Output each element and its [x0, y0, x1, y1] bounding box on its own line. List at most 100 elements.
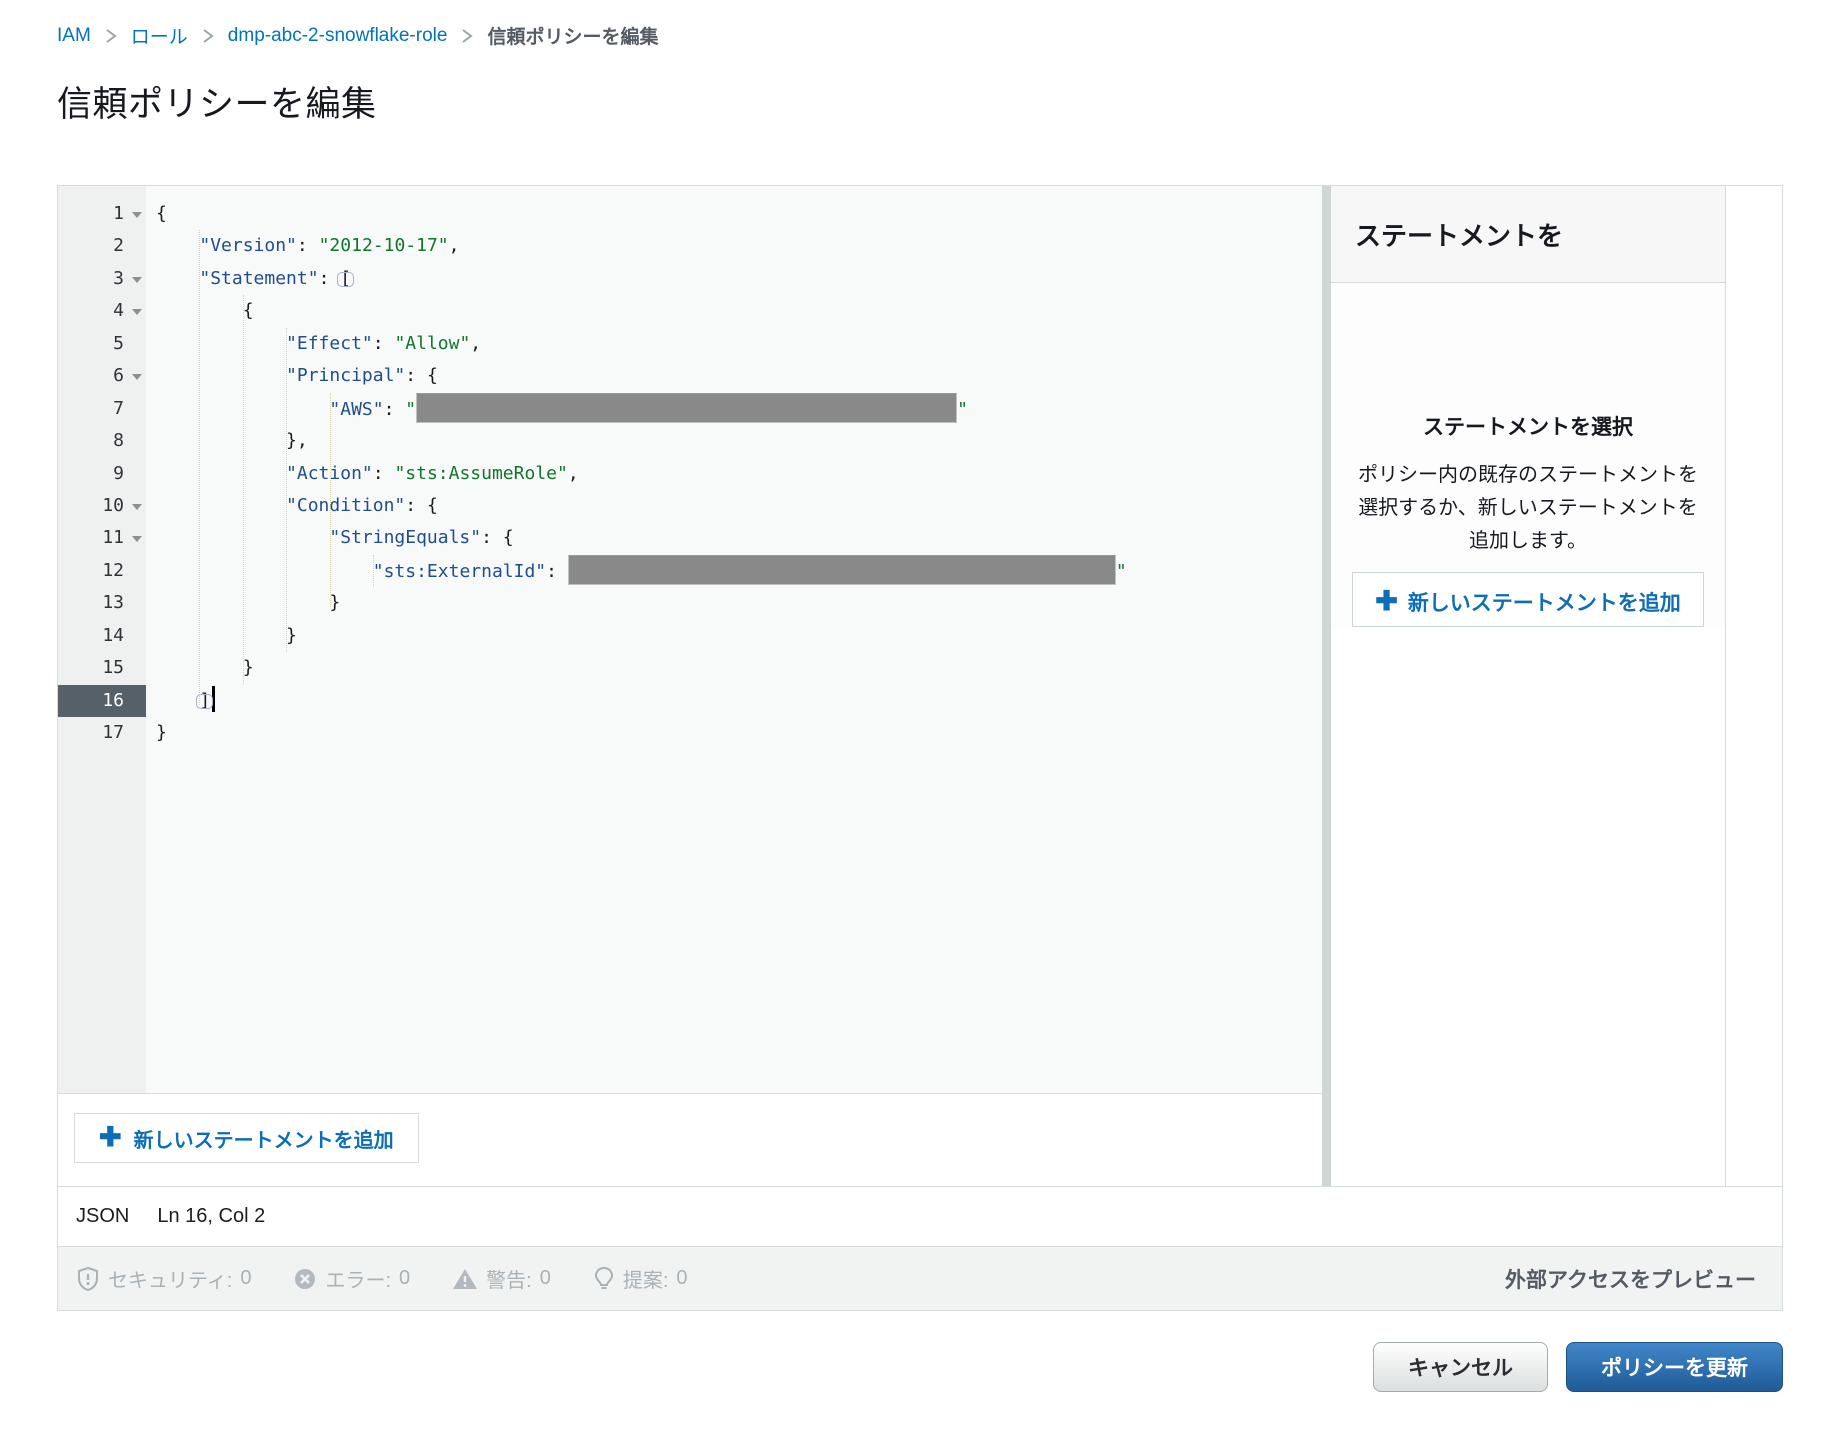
- code-line-text[interactable]: "AWS": " ": [146, 393, 968, 425]
- fold-toggle-icon[interactable]: [132, 536, 142, 542]
- code-line-text[interactable]: "Principal": {: [146, 360, 438, 392]
- code-token: ": [405, 399, 416, 420]
- statement-side-panel: ステートメントを ステートメントを選択 ポリシー内の既存のステートメントを選択す…: [1331, 186, 1726, 1186]
- line-number[interactable]: 8: [58, 425, 146, 457]
- error-circle-icon: [293, 1267, 317, 1291]
- code-line-text[interactable]: {: [146, 198, 167, 230]
- line-number[interactable]: 7: [58, 393, 146, 425]
- code-token: :: [384, 399, 406, 420]
- line-number[interactable]: 5: [58, 328, 146, 360]
- code-line[interactable]: 16 ]: [58, 685, 1322, 717]
- code-token: [156, 463, 286, 484]
- line-number[interactable]: 10: [58, 490, 146, 522]
- code-line-text[interactable]: }: [146, 587, 340, 619]
- add-statement-strip: ✚ 新しいステートメントを追加: [58, 1094, 1322, 1186]
- code-line-text[interactable]: }: [146, 652, 254, 684]
- code-line[interactable]: 14 }: [58, 620, 1322, 652]
- code-line-text[interactable]: }: [146, 717, 167, 749]
- panel-divider[interactable]: [1322, 186, 1331, 1186]
- code-line-text[interactable]: ]: [146, 685, 215, 717]
- code-token: "Condition": [286, 495, 405, 516]
- code-line[interactable]: 11 "StringEquals": {: [58, 522, 1322, 554]
- line-number[interactable]: 12: [58, 555, 146, 587]
- code-line[interactable]: 12 "sts:ExternalId": ": [58, 555, 1322, 587]
- code-line[interactable]: 7 "AWS": " ": [58, 393, 1322, 425]
- plus-icon: ✚: [99, 1124, 122, 1151]
- code-token: "2012-10-17": [319, 235, 449, 256]
- preview-external-access-link[interactable]: 外部アクセスをプレビュー: [1505, 1264, 1756, 1294]
- cancel-button[interactable]: キャンセル: [1373, 1342, 1548, 1392]
- chevron-right-icon: [461, 26, 473, 46]
- code-line-text[interactable]: "Version": "2012-10-17",: [146, 230, 459, 262]
- code-line-text[interactable]: }: [146, 620, 297, 652]
- code-line[interactable]: 2 "Version": "2012-10-17",: [58, 230, 1322, 262]
- code-line-text[interactable]: "sts:ExternalId": ": [146, 555, 1127, 587]
- line-number[interactable]: 15: [58, 652, 146, 684]
- code-token: ,: [568, 463, 579, 484]
- code-line-text[interactable]: {: [146, 295, 254, 327]
- breadcrumb-roles[interactable]: ロール: [131, 22, 188, 49]
- code-token: }: [156, 592, 340, 613]
- fold-toggle-icon[interactable]: [132, 212, 142, 218]
- code-token: "Statement": [199, 268, 318, 289]
- add-statement-button[interactable]: ✚ 新しいステートメントを追加: [74, 1113, 419, 1163]
- code-token: [156, 495, 286, 516]
- code-line-text[interactable]: "Effect": "Allow",: [146, 328, 481, 360]
- code-line[interactable]: 5 "Effect": "Allow",: [58, 328, 1322, 360]
- policy-editor-column: 1{2 "Version": "2012-10-17",3 "Statement…: [58, 186, 1322, 1186]
- code-line-text[interactable]: "StringEquals": {: [146, 522, 514, 554]
- chevron-right-icon: [105, 26, 117, 46]
- editor-language: JSON: [76, 1205, 129, 1228]
- code-token: :: [373, 333, 395, 354]
- code-line[interactable]: 15 }: [58, 652, 1322, 684]
- line-number[interactable]: 16: [58, 685, 146, 717]
- line-number[interactable]: 4: [58, 295, 146, 327]
- line-number[interactable]: 3: [58, 263, 146, 295]
- json-code-editor[interactable]: 1{2 "Version": "2012-10-17",3 "Statement…: [58, 186, 1322, 1094]
- fold-toggle-icon[interactable]: [132, 504, 142, 510]
- code-line[interactable]: 3 "Statement": [: [58, 263, 1322, 295]
- code-token: ": [957, 399, 968, 420]
- code-line-text[interactable]: "Action": "sts:AssumeRole",: [146, 458, 579, 490]
- line-number[interactable]: 6: [58, 360, 146, 392]
- line-number[interactable]: 14: [58, 620, 146, 652]
- statement-panel-header: ステートメントを: [1331, 186, 1725, 283]
- code-line-text[interactable]: "Statement": [: [146, 263, 351, 295]
- code-token: ": [1116, 561, 1127, 582]
- code-line[interactable]: 1{: [58, 198, 1322, 230]
- code-line[interactable]: 9 "Action": "sts:AssumeRole",: [58, 458, 1322, 490]
- fold-toggle-icon[interactable]: [132, 309, 142, 315]
- line-number[interactable]: 11: [58, 522, 146, 554]
- fold-toggle-icon[interactable]: [132, 277, 142, 283]
- suggestion-findings: 提案: 0: [593, 1264, 688, 1293]
- code-line[interactable]: 13 }: [58, 587, 1322, 619]
- line-number[interactable]: 13: [58, 587, 146, 619]
- code-token: }: [156, 722, 167, 743]
- plus-icon: ✚: [1375, 586, 1398, 616]
- breadcrumb-iam[interactable]: IAM: [57, 25, 91, 47]
- panel-filler: [1331, 627, 1725, 1186]
- code-token: "AWS": [329, 399, 383, 420]
- code-line[interactable]: 8 },: [58, 425, 1322, 457]
- code-line[interactable]: 10 "Condition": {: [58, 490, 1322, 522]
- code-line-text[interactable]: },: [146, 425, 308, 457]
- panel-add-statement-button[interactable]: ✚ 新しいステートメントを追加: [1352, 572, 1704, 627]
- line-number[interactable]: 2: [58, 230, 146, 262]
- error-count: 0: [399, 1267, 410, 1290]
- panel-add-statement-label: 新しいステートメントを追加: [1408, 592, 1681, 615]
- code-line[interactable]: 4 {: [58, 295, 1322, 327]
- line-number[interactable]: 17: [58, 717, 146, 749]
- warning-findings: 警告: 0: [452, 1264, 551, 1293]
- code-line-text[interactable]: "Condition": {: [146, 490, 438, 522]
- code-line[interactable]: 6 "Principal": {: [58, 360, 1322, 392]
- chevron-right-icon: [202, 26, 214, 46]
- trust-policy-editor-container: 1{2 "Version": "2012-10-17",3 "Statement…: [57, 185, 1783, 1311]
- fold-toggle-icon[interactable]: [132, 374, 142, 380]
- update-policy-button[interactable]: ポリシーを更新: [1566, 1342, 1783, 1392]
- line-number[interactable]: 9: [58, 458, 146, 490]
- breadcrumb-role-name[interactable]: dmp-abc-2-snowflake-role: [228, 25, 448, 47]
- line-number[interactable]: 1: [58, 198, 146, 230]
- page-title: 信頼ポリシーを編集: [57, 76, 377, 127]
- matched-bracket: [: [340, 268, 351, 289]
- code-line[interactable]: 17}: [58, 717, 1322, 749]
